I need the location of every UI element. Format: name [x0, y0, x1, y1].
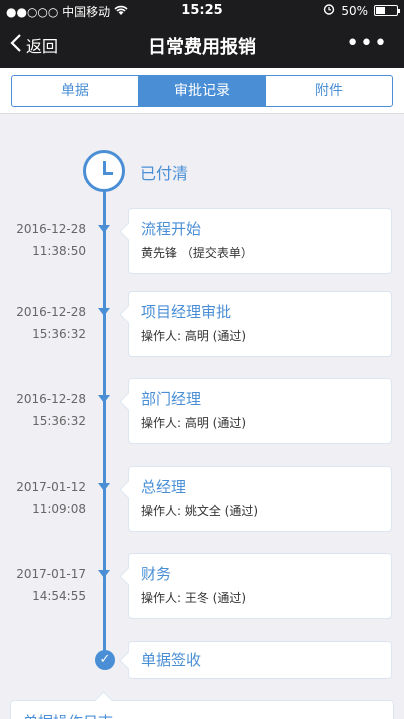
log-panel-title: 单据操作日志	[23, 711, 381, 719]
node-operator: 操作人: 高明 (通过)	[141, 416, 247, 430]
node-time: 15:36:32	[32, 414, 86, 428]
tabs-bar: 单据 审批记录 附件	[0, 68, 404, 114]
tab-attachments[interactable]: 附件	[266, 76, 392, 106]
arrow-down-icon	[98, 225, 110, 233]
more-button[interactable]: •••	[346, 31, 388, 56]
segmented-tabs: 单据 审批记录 附件	[11, 75, 393, 107]
battery-percent: 50%	[341, 3, 368, 18]
node-date-time: 2017-01-12 11:09:08	[8, 476, 86, 520]
tab-document[interactable]: 单据	[12, 76, 139, 106]
approval-timeline: 已付清 2016-12-28 11:38:50 流程开始 黄先锋 （提交表单） …	[0, 114, 404, 719]
node-title: 财务	[141, 565, 172, 583]
node-date-time: 2016-12-28 15:36:32	[8, 301, 86, 345]
tab-approval-records[interactable]: 审批记录	[139, 76, 266, 106]
alarm-icon	[323, 3, 335, 18]
node-date: 2016-12-28	[16, 392, 86, 406]
status-right: 50%	[323, 3, 400, 18]
timeline-card[interactable]: 部门经理 操作人: 高明 (通过)	[128, 378, 392, 444]
timeline-line	[103, 191, 106, 661]
node-time: 11:38:50	[32, 244, 86, 258]
node-title: 项目经理审批	[141, 303, 232, 321]
timeline-card[interactable]: 财务 操作人: 王冬 (通过)	[128, 553, 392, 619]
arrow-down-icon	[98, 395, 110, 403]
clock-icon	[83, 150, 125, 192]
arrow-down-icon	[98, 483, 110, 491]
node-operator: 操作人: 王冬 (通过)	[141, 591, 247, 605]
battery-icon	[374, 5, 400, 16]
node-title: 部门经理	[141, 390, 202, 408]
check-icon: ✓	[95, 650, 115, 670]
arrow-down-icon	[98, 570, 110, 578]
status-bar: ●●○○○ 中国移动 15:25 50%	[0, 0, 404, 22]
node-date-time: 2016-12-28 15:36:32	[8, 388, 86, 432]
nav-bar: 返回 日常费用报销 •••	[0, 22, 404, 68]
node-title: 总经理	[141, 478, 187, 496]
timeline-card[interactable]: 项目经理审批 操作人: 高明 (通过)	[128, 291, 392, 357]
node-date-time: 2017-01-17 14:54:55	[8, 563, 86, 607]
node-date: 2016-12-28	[16, 222, 86, 236]
node-operator: 操作人: 姚文全 (通过)	[141, 504, 259, 518]
node-operator: 操作人: 高明 (通过)	[141, 329, 247, 343]
payment-status: 已付清	[140, 164, 189, 183]
node-date: 2017-01-12	[16, 480, 86, 494]
document-log-panel[interactable]: 单据操作日志	[10, 700, 394, 719]
node-title: 流程开始	[141, 220, 202, 238]
end-title: 单据签收	[141, 651, 202, 669]
node-date: 2017-01-17	[16, 567, 86, 581]
page-title: 日常费用报销	[148, 37, 256, 58]
node-date-time: 2016-12-28 11:38:50	[8, 218, 86, 262]
node-time: 15:36:32	[32, 327, 86, 341]
node-time: 14:54:55	[32, 589, 86, 603]
timeline-card[interactable]: 总经理 操作人: 姚文全 (通过)	[128, 466, 392, 532]
node-time: 11:09:08	[32, 502, 86, 516]
receipt-signed-card[interactable]: 单据签收	[128, 641, 392, 679]
timeline-card[interactable]: 流程开始 黄先锋 （提交表单）	[128, 208, 392, 274]
arrow-down-icon	[98, 308, 110, 316]
node-date: 2016-12-28	[16, 305, 86, 319]
node-operator: 黄先锋 （提交表单）	[141, 246, 253, 260]
battery-fill	[376, 7, 385, 14]
